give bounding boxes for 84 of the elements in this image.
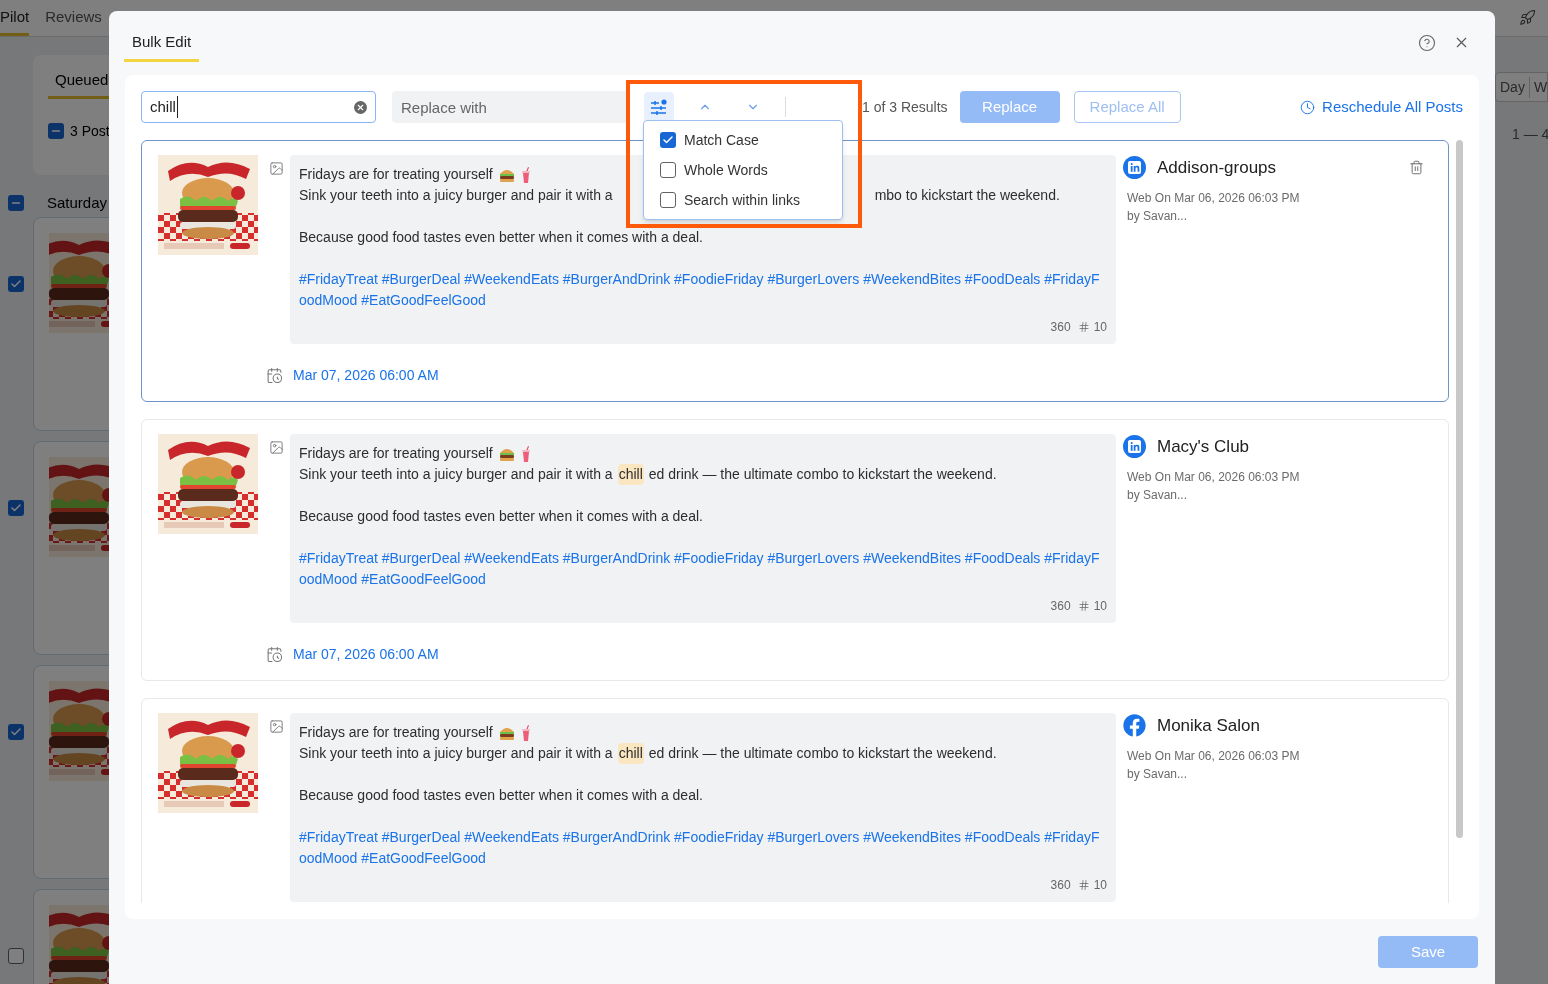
search-options-button[interactable] — [644, 92, 674, 122]
calendar-icon[interactable] — [266, 367, 283, 384]
view-tab[interactable]: Day — [1496, 76, 1530, 98]
schedule-date[interactable]: Mar 07, 2026 06:00 AM — [293, 365, 439, 386]
post-text-box[interactable] — [290, 713, 1116, 902]
image-icon[interactable] — [269, 719, 284, 734]
scrollbar[interactable] — [1456, 140, 1463, 838]
post-author: by Savan... — [1126, 486, 1189, 504]
drink-icon — [520, 724, 531, 741]
option-label[interactable]: Search within links — [684, 192, 800, 208]
filter-icon — [650, 99, 668, 115]
checkbox[interactable] — [660, 192, 676, 208]
post-text-box[interactable] — [290, 434, 1116, 623]
schedule-date[interactable]: Mar 07, 2026 06:00 AM — [293, 644, 439, 665]
hashtags: #FridayTreat #BurgerDeal #WeekendEats #BurgerAndDrink #FoodieFriday #BurgerLovers #WeekendBites #FoodDeals #FridayFoodMood #EatGoodFeelGood — [299, 549, 1101, 589]
linkedin-icon — [1123, 435, 1146, 459]
checkbox[interactable] — [8, 723, 24, 740]
checkbox[interactable] — [8, 195, 24, 212]
check-icon — [662, 134, 674, 146]
post-text: Fridays are for treating yourself — [299, 723, 493, 742]
post-text: Fridays are for treating yourself — [299, 165, 493, 184]
post-text: Sink your teeth into a juicy burger and pair it with a chill ed drink — the ultimate combo to kickstart the weekend. — [299, 743, 997, 764]
page-tab[interactable]: Reviews — [45, 5, 102, 36]
post-author: by Savan... — [1126, 207, 1189, 225]
hash-icon — [1077, 879, 1090, 891]
help-icon[interactable] — [1418, 34, 1436, 52]
account-name: Monika Salon — [1157, 715, 1260, 737]
burger-icon — [498, 167, 515, 182]
calendar-icon[interactable] — [266, 646, 283, 663]
hashtag-count: 10 — [1093, 877, 1107, 894]
hashtag-count: 10 — [1093, 598, 1107, 615]
page-tab[interactable]: Pilot — [0, 5, 30, 36]
trash-icon[interactable] — [1409, 160, 1425, 176]
post-text: Sink your teeth into a juicy burger and pair it with a chill ed drink — the ultimate combo to kickstart the weekend. — [299, 464, 997, 485]
result-count: 1 of 3 Results — [862, 97, 948, 117]
post-meta: Web On Mar 06, 2026 06:03 PM — [1126, 747, 1301, 765]
burger-icon — [498, 446, 515, 461]
view-tab[interactable]: W — [1529, 76, 1548, 98]
check-icon — [10, 725, 22, 738]
post-text-box[interactable] — [290, 155, 1116, 344]
hash-icon — [1077, 600, 1090, 612]
post-text: Because good food tastes even better when it comes with a deal. — [299, 786, 704, 805]
post-text: Because good food tastes even better when it comes with a deal. — [299, 228, 704, 247]
post-text: mbo to kickstart the weekend. — [874, 186, 1060, 205]
checkbox[interactable] — [660, 162, 676, 178]
drink-icon — [520, 445, 531, 462]
checkbox[interactable] — [8, 499, 24, 516]
clear-icon[interactable] — [354, 100, 367, 114]
character-count: 360 — [1050, 598, 1071, 615]
option-label[interactable]: Match Case — [684, 132, 759, 148]
character-count: 360 — [1050, 319, 1071, 336]
hashtags: #FridayTreat #BurgerDeal #WeekendEats #BurgerAndDrink #FoodieFriday #BurgerLovers #WeekendBites #FoodDeals #FridayFoodMood #EatGoodFeelGood — [299, 828, 1101, 868]
hashtags: #FridayTreat #BurgerDeal #WeekendEats #BurgerAndDrink #FoodieFriday #BurgerLovers #WeekendBites #FoodDeals #FridayFoodMood #EatGoodFeelGood — [299, 270, 1101, 310]
drink-icon — [520, 166, 531, 183]
checkbox[interactable] — [8, 275, 24, 292]
checkbox[interactable] — [660, 132, 676, 148]
checkbox[interactable] — [48, 123, 64, 139]
linkedin-icon — [1123, 156, 1146, 180]
clock-icon[interactable] — [1300, 99, 1316, 115]
post-text: Fridays are for treating yourself — [299, 444, 493, 463]
image-icon[interactable] — [269, 440, 284, 455]
character-count: 360 — [1050, 877, 1071, 894]
hash-icon — [1077, 321, 1090, 333]
reschedule-link[interactable]: Reschedule All Posts — [1322, 95, 1463, 119]
search-field[interactable]: chill — [141, 91, 376, 123]
post-text: Because good food tastes even better when it comes with a deal. — [299, 507, 704, 526]
dialog-tab[interactable]: Bulk Edit — [124, 31, 200, 62]
checkbox[interactable] — [8, 947, 24, 964]
post-count: 3 Post — [70, 121, 110, 141]
hashtag-count: 10 — [1093, 319, 1107, 336]
post-author: by Savan... — [1126, 765, 1189, 783]
day-label: Saturday — [47, 193, 108, 213]
check-icon — [10, 501, 22, 514]
facebook-icon — [1123, 714, 1146, 738]
burger-icon — [498, 725, 515, 740]
account-name: Addison-groups — [1157, 157, 1277, 179]
post-meta: Web On Mar 06, 2026 06:03 PM — [1126, 468, 1301, 486]
image-icon[interactable] — [269, 161, 284, 176]
rocket-icon[interactable] — [1519, 9, 1536, 26]
post-text: Sink your teeth into a juicy burger and pair it with a — [299, 186, 613, 205]
check-icon — [10, 277, 22, 290]
post-meta: Web On Mar 06, 2026 06:03 PM — [1126, 189, 1301, 207]
account-name: Macy's Club — [1157, 436, 1250, 458]
option-label[interactable]: Whole Words — [684, 162, 768, 178]
